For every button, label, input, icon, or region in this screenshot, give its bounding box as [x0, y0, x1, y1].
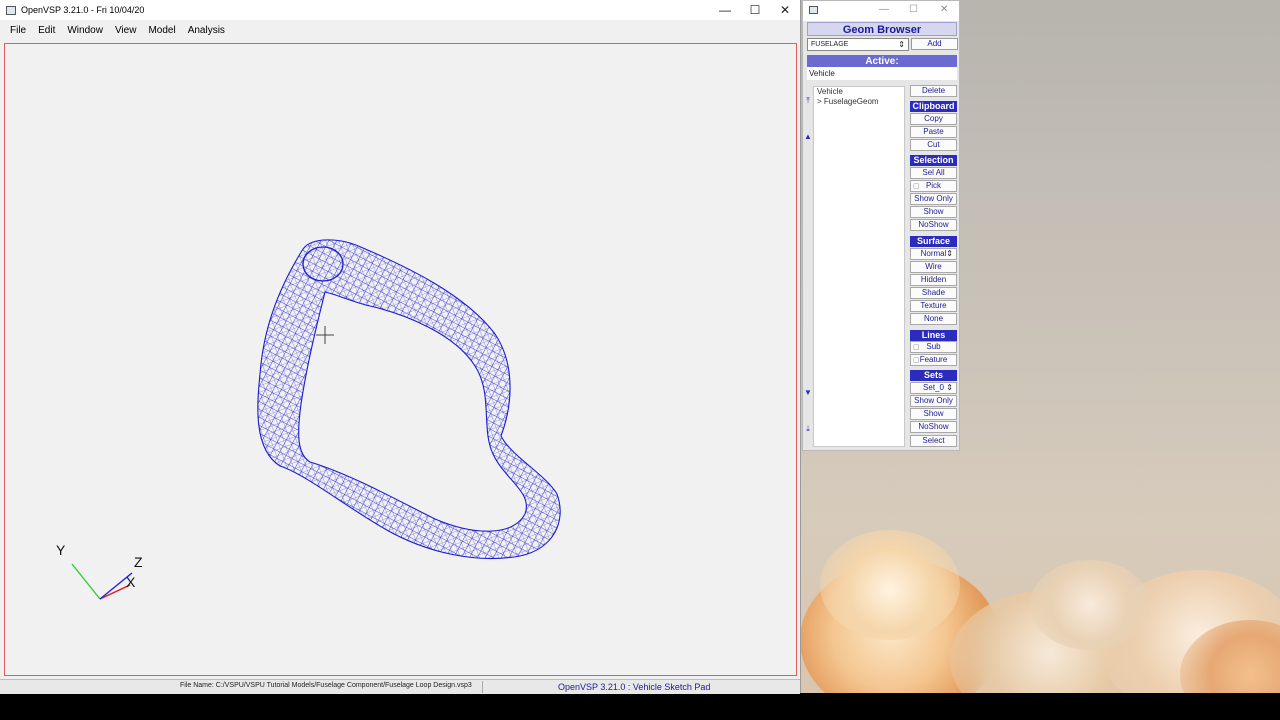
- cursor-crosshair: [316, 326, 334, 344]
- select-arrows-icon: ⇕: [898, 40, 905, 49]
- sel-all-button[interactable]: Sel All: [910, 167, 957, 179]
- hidden-button[interactable]: Hidden: [910, 274, 957, 286]
- checkbox-icon: ▢: [913, 344, 920, 351]
- move-up-icon[interactable]: ▲: [804, 132, 812, 142]
- menu-file[interactable]: File: [4, 25, 32, 36]
- file-name-label: File Name: C:/VSPU/VSPU Tutorial Models/…: [180, 682, 472, 689]
- status-bar: File Name: C:/VSPU/VSPU Tutorial Models/…: [0, 679, 800, 694]
- sets-header: Sets: [910, 370, 957, 381]
- tree-item-fuselagegeom[interactable]: > FuselageGeom: [814, 97, 904, 107]
- checkbox-icon: ▢: [913, 183, 920, 190]
- geom-browser-window: — ☐ ✕ Geom Browser FUSELAGE ⇕ Add Active…: [802, 0, 960, 451]
- move-top-icon[interactable]: ⤒: [804, 96, 812, 106]
- menu-edit[interactable]: Edit: [32, 25, 61, 36]
- axis-label-y: Y: [56, 542, 66, 558]
- main-titlebar[interactable]: OpenVSP 3.21.0 - Fri 10/04/20 — ☐ ✕: [0, 0, 800, 20]
- taskbar: [0, 693, 1280, 720]
- paste-button[interactable]: Paste: [910, 126, 957, 138]
- minimize-button[interactable]: —: [710, 0, 740, 20]
- move-bottom-icon[interactable]: ⤓: [804, 424, 812, 434]
- sets-show-only-button[interactable]: Show Only: [910, 395, 957, 407]
- set-value: Set_0: [923, 383, 944, 392]
- checkbox-icon: ▢: [913, 357, 920, 364]
- move-down-icon[interactable]: ▼: [804, 388, 812, 398]
- wire-button[interactable]: Wire: [910, 261, 957, 273]
- none-button[interactable]: None: [910, 313, 957, 325]
- axis-label-x: X: [126, 574, 136, 590]
- feature-toggle[interactable]: ▢ Feature: [910, 354, 957, 366]
- status-separator: [482, 681, 483, 693]
- minimize-button[interactable]: —: [879, 4, 889, 15]
- copy-button[interactable]: Copy: [910, 113, 957, 125]
- menu-window[interactable]: Window: [61, 25, 109, 36]
- axis-label-z: Z: [134, 554, 143, 570]
- clipboard-header: Clipboard: [910, 101, 957, 112]
- geom-type-value: FUSELAGE: [811, 41, 849, 48]
- cut-button[interactable]: Cut: [910, 139, 957, 151]
- lines-header: Lines: [910, 330, 957, 341]
- close-button[interactable]: ✕: [770, 0, 800, 20]
- 3d-viewport[interactable]: Y Z X: [4, 43, 797, 676]
- set-select[interactable]: Set_0 ⇕: [910, 382, 957, 394]
- show-button[interactable]: Show: [910, 206, 957, 218]
- geom-browser-title: Geom Browser: [807, 22, 957, 36]
- select-arrows-icon: ⇕: [946, 249, 953, 258]
- feature-label: Feature: [919, 355, 948, 364]
- menubar: File Edit Window View Model Analysis: [0, 20, 800, 40]
- show-only-button[interactable]: Show Only: [910, 193, 957, 205]
- maximize-button[interactable]: ☐: [740, 0, 770, 20]
- select-arrows-icon: ⇕: [946, 383, 953, 392]
- texture-button[interactable]: Texture: [910, 300, 957, 312]
- window-title: OpenVSP 3.21.0 - Fri 10/04/20: [21, 5, 145, 15]
- sets-show-button[interactable]: Show: [910, 408, 957, 420]
- geom-tree[interactable]: Vehicle > FuselageGeom: [813, 86, 905, 447]
- sets-noshow-button[interactable]: NoShow: [910, 421, 957, 433]
- geom-type-select[interactable]: FUSELAGE ⇕: [807, 38, 909, 51]
- geom-browser-titlebar[interactable]: — ☐ ✕: [803, 1, 959, 21]
- close-button[interactable]: ✕: [940, 4, 948, 15]
- axis-triad: [71, 563, 133, 600]
- menu-model[interactable]: Model: [142, 25, 181, 36]
- app-version-label: OpenVSP 3.21.0 : Vehicle Sketch Pad: [558, 682, 711, 692]
- active-name-field[interactable]: Vehicle: [807, 67, 957, 80]
- main-window: OpenVSP 3.21.0 - Fri 10/04/20 — ☐ ✕ File…: [0, 0, 801, 694]
- maximize-button[interactable]: ☐: [909, 4, 918, 15]
- surface-mode-value: Normal: [920, 249, 947, 258]
- add-button[interactable]: Add: [911, 38, 958, 50]
- surface-header: Surface: [910, 236, 957, 247]
- pick-toggle[interactable]: ▢ Pick: [910, 180, 957, 192]
- shade-button[interactable]: Shade: [910, 287, 957, 299]
- noshow-button[interactable]: NoShow: [910, 219, 957, 231]
- pick-label: Pick: [925, 181, 942, 190]
- tree-item-vehicle[interactable]: Vehicle: [814, 87, 904, 97]
- surface-mode-select[interactable]: Normal ⇕: [910, 248, 957, 260]
- sets-select-button[interactable]: Select: [910, 435, 957, 447]
- app-icon: [6, 5, 16, 15]
- sub-label: Sub: [926, 342, 941, 351]
- menu-analysis[interactable]: Analysis: [182, 25, 231, 36]
- tree-scroll-controls: ⤒ ▲ ▼ ⤓: [804, 86, 812, 447]
- app-icon: [809, 6, 818, 14]
- sub-toggle[interactable]: ▢ Sub: [910, 341, 957, 353]
- selection-header: Selection: [910, 155, 957, 166]
- delete-button[interactable]: Delete: [910, 85, 957, 97]
- menu-view[interactable]: View: [109, 25, 143, 36]
